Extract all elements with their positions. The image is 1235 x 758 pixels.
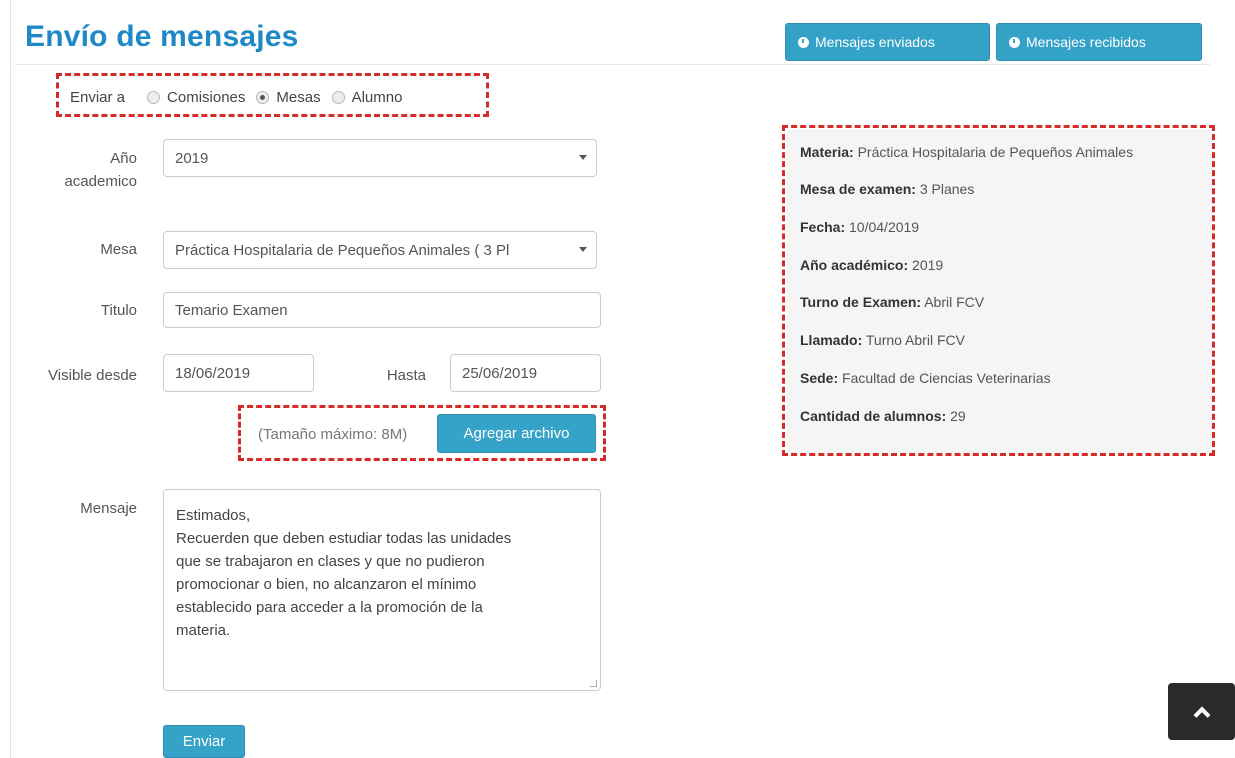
year-label-line2: academico [64, 173, 137, 190]
received-messages-label: Mensajes recibidos [1026, 34, 1146, 50]
caret-down-icon [579, 155, 587, 160]
message-line: Recuerden que deben estudiar todas las u… [176, 530, 512, 547]
send-to-label: Enviar a [70, 88, 126, 106]
chevron-up-icon [1193, 706, 1210, 724]
max-size-note: (Tamaño máximo: 8M) [258, 426, 408, 443]
visible-from-input[interactable]: 18/06/2019 [163, 354, 314, 392]
clock-icon [798, 36, 809, 48]
radio-comisiones[interactable]: Comisiones [147, 89, 245, 106]
mesa-label: Mesa [100, 241, 137, 258]
radio-comisiones-label: Comisiones [167, 88, 246, 106]
sent-messages-label: Mensajes enviados [815, 34, 935, 50]
info-highlight [782, 125, 1215, 456]
year-select[interactable]: 2019 [163, 139, 597, 177]
visible-from-label: Visible desde [48, 367, 137, 384]
mesa-select-value: Práctica Hospitalaria de Pequeños Animal… [175, 241, 510, 259]
page-left-border [10, 0, 11, 758]
radio-button[interactable] [147, 90, 161, 104]
resize-grip-icon[interactable] [590, 680, 597, 687]
year-label-line1: Año [110, 150, 137, 167]
message-line: materia. [176, 622, 231, 639]
send-button[interactable]: Enviar [163, 725, 245, 758]
page-title: Envío de mensajes [25, 20, 299, 53]
radio-button[interactable] [331, 90, 345, 104]
title-divider [15, 64, 1210, 65]
sent-messages-button[interactable]: Mensajes enviados [785, 23, 990, 61]
title-label: Titulo [100, 302, 137, 319]
radio-alumno-label: Alumno [351, 88, 403, 106]
radio-button-selected[interactable] [256, 90, 270, 104]
add-file-button[interactable]: Agregar archivo [437, 414, 596, 453]
until-input[interactable]: 25/06/2019 [450, 354, 601, 392]
radio-mesas[interactable]: Mesas [256, 88, 321, 106]
message-line: que se trabajaron en clases y que no pud… [176, 553, 485, 570]
send-to-group: Enviar a Comisiones Mesas Alumno [70, 86, 413, 108]
year-select-value: 2019 [175, 149, 209, 167]
year-label: Año academico [30, 147, 137, 193]
message-line: promocionar o bien, no alcanzaron el mín… [176, 576, 477, 593]
clock-icon [1009, 36, 1020, 48]
message-line: Estimados, [176, 507, 251, 524]
until-label: Hasta [386, 367, 426, 384]
scroll-to-top-button[interactable] [1168, 683, 1235, 740]
message-line: establecido para acceder a la promoción … [176, 599, 483, 616]
title-input[interactable]: Temario Examen [163, 292, 601, 328]
caret-down-icon [579, 247, 587, 252]
radio-alumno[interactable]: Alumno [331, 88, 403, 106]
radio-mesas-label: Mesas [276, 88, 321, 106]
mesa-select[interactable]: Práctica Hospitalaria de Pequeños Animal… [163, 231, 597, 269]
received-messages-button[interactable]: Mensajes recibidos [996, 23, 1202, 61]
message-label: Mensaje [80, 500, 137, 517]
message-textarea[interactable]: Estimados, Recuerden que deben estudiar … [163, 489, 601, 691]
